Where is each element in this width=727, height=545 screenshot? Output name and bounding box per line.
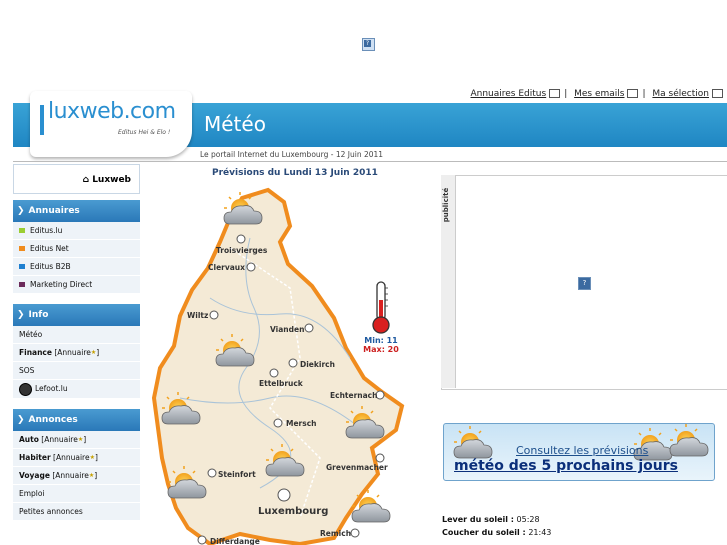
logo-name: luxweb.com	[48, 99, 176, 124]
chevron-right-icon: ❯	[17, 206, 25, 216]
banner-line-1: Consultez les prévisions	[516, 444, 649, 457]
sidebar-item-emploi[interactable]: Emploi	[13, 485, 140, 503]
town-label: Mersch	[286, 419, 317, 428]
chevron-right-icon: ❯	[17, 310, 25, 320]
town-label-capital: Luxembourg	[258, 506, 328, 517]
link-annuaires-editus[interactable]: Annuaires Editus	[470, 89, 546, 99]
town-label: Echternach	[330, 391, 377, 400]
bullet-icon	[19, 264, 25, 269]
sidebar-item-lefoot[interactable]: Lefoot.lu	[13, 380, 140, 399]
sidebar-item-editus-b2b[interactable]: Editus B2B	[13, 258, 140, 276]
sidebar-item-petites-annonces[interactable]: Petites annonces	[13, 503, 140, 521]
star-icon: ★	[89, 454, 95, 461]
sidebar-item-finance[interactable]: Finance [Annuaire★]	[13, 344, 140, 362]
sidebar-item-meteo[interactable]: Météo	[13, 326, 140, 344]
home-label: Luxweb	[92, 175, 131, 185]
top-links: Annuaires Editus | Mes emails | Ma sélecti…	[470, 89, 723, 99]
ad-label: publicité	[442, 187, 451, 223]
sidebar-item-editus-net[interactable]: Editus Net	[13, 240, 140, 258]
selection-icon	[712, 89, 723, 98]
banner-line-2: météo des 5 prochains jours	[454, 458, 678, 474]
thermometer-icon	[372, 281, 390, 334]
sun-times: Lever du soleil : 05:28 Coucher du solei…	[442, 513, 551, 539]
link-ma-selection[interactable]: Ma sélection	[652, 89, 709, 99]
section-annonces[interactable]: ❯ Annonces	[13, 409, 140, 431]
forecast-title: Prévisions du Lundi 13 Juin 2011	[212, 168, 378, 178]
page-title: Météo	[204, 112, 266, 136]
town-label: Diekirch	[300, 360, 335, 369]
sidebar-item-habiter[interactable]: Habiter [Annuaire★]	[13, 449, 140, 467]
chevron-right-icon: ❯	[17, 415, 25, 425]
section-info[interactable]: ❯ Info	[13, 304, 140, 326]
football-icon	[19, 382, 32, 396]
section-annuaires[interactable]: ❯ Annuaires	[13, 200, 140, 222]
town-label: Ettelbruck	[259, 379, 304, 388]
town-label: Remich	[320, 529, 351, 538]
ad-label-strip: publicité	[441, 175, 456, 388]
star-icon: ★	[90, 349, 97, 356]
sidebar-item-marketing-direct[interactable]: Marketing Direct	[13, 276, 140, 294]
max-temp: Max: 20	[363, 345, 399, 354]
luxembourg-map: Troisvierges Clervaux Wiltz Vianden Diek…	[151, 187, 405, 545]
sunrise-label: Lever du soleil :	[442, 515, 514, 524]
bullet-icon	[19, 228, 25, 233]
sunset-time: 21:43	[528, 528, 552, 537]
town-label: Vianden	[270, 325, 304, 334]
min-temp: Min: 11	[364, 336, 398, 345]
home-link[interactable]: ⌂ Luxweb	[13, 164, 140, 194]
min-max-temperature: Min: 11 Max: 20	[360, 336, 402, 354]
bullet-icon	[19, 282, 25, 287]
town-label: Troisvierges	[216, 246, 268, 255]
grid-icon	[549, 89, 561, 98]
sidebar: ⌂ Luxweb ❯ Annuaires Editus.lu Editus Net…	[13, 164, 140, 521]
logo-tagline: Editus Hei & Elo !	[118, 129, 171, 136]
star-icon: ★	[88, 472, 95, 479]
town-label: Clervaux	[208, 263, 245, 272]
five-day-forecast-banner[interactable]: Consultez les prévisions météo des 5 pro…	[443, 423, 715, 481]
town-label: Wiltz	[187, 311, 208, 320]
sunrise-time: 05:28	[516, 515, 540, 524]
bullet-icon	[19, 246, 25, 251]
sidebar-item-editus-lu[interactable]: Editus.lu	[13, 222, 140, 240]
link-mes-emails[interactable]: Mes emails	[574, 89, 624, 99]
sidebar-item-auto[interactable]: Auto [Annuaire★]	[13, 431, 140, 449]
star-icon: ★	[77, 436, 84, 443]
sidebar-item-voyage[interactable]: Voyage [Annuaire★]	[13, 467, 140, 485]
mail-icon	[627, 89, 639, 98]
sunset-label: Coucher du soleil :	[442, 528, 526, 537]
broken-image-icon[interactable]: ?	[578, 277, 591, 290]
town-label: Grevenmacher	[326, 463, 388, 472]
divider	[13, 161, 727, 162]
town-label: Steinfort	[218, 470, 256, 479]
page-subtitle: Le portail Internet du Luxembourg - 12 J…	[200, 150, 384, 159]
top-ad-placeholder[interactable]: ?	[362, 38, 375, 51]
town-label: Differdange	[210, 537, 260, 545]
broken-image-icon: ?	[364, 40, 371, 47]
logo[interactable]: luxweb.com Editus Hei & Elo !	[30, 91, 192, 157]
home-icon: ⌂	[82, 175, 90, 185]
sidebar-item-sos[interactable]: SOS	[13, 362, 140, 380]
